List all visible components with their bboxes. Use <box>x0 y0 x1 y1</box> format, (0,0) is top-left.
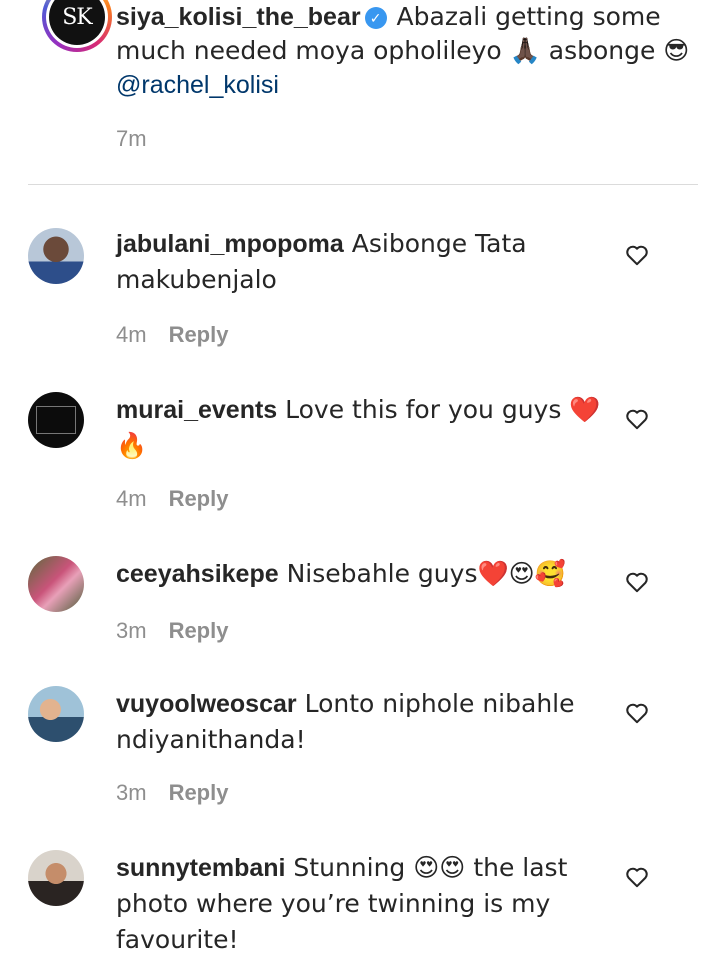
reply-button[interactable]: Reply <box>169 780 229 805</box>
divider <box>28 184 698 185</box>
comment-text: ceeyahsikepe Nisebahle guys❤️😍🥰 <box>116 556 616 592</box>
avatar[interactable] <box>28 850 84 906</box>
caption-mention[interactable]: @rachel_kolisi <box>116 71 279 99</box>
comment-text: sunnytembani Stunning 😍😍 the last photo … <box>116 850 616 958</box>
comment-timestamp: 4m <box>116 322 147 347</box>
comment-timestamp: 3m <box>116 618 147 643</box>
caption-text-block: siya_kolisi_the_bear ✓ Abazali getting so… <box>116 0 706 102</box>
reply-button[interactable]: Reply <box>169 322 229 347</box>
comment-username[interactable]: ceeyahsikepe <box>116 560 279 588</box>
avatar[interactable] <box>28 556 84 612</box>
sk-logo: SK <box>49 0 105 45</box>
reply-button[interactable]: Reply <box>169 618 229 643</box>
comment-username[interactable]: jabulani_mpopoma <box>116 230 344 258</box>
comment-timestamp: 3m <box>116 780 147 805</box>
heart-outline-icon[interactable] <box>624 569 650 595</box>
caption-username[interactable]: siya_kolisi_the_bear <box>116 3 361 31</box>
avatar[interactable] <box>28 228 84 284</box>
comment-meta: 3m Reply <box>116 780 228 806</box>
comment-text: murai_events Love this for you guys ❤️ 🔥 <box>116 392 616 464</box>
comment-username[interactable]: murai_events <box>116 396 277 424</box>
avatar[interactable] <box>28 686 84 742</box>
heart-outline-icon[interactable] <box>624 700 650 726</box>
comment-timestamp: 4m <box>116 486 147 511</box>
comment-text: jabulani_mpopoma Asibonge Tata makubenja… <box>116 226 616 298</box>
comment-meta: 3m Reply <box>116 618 228 644</box>
caption-avatar[interactable]: SK <box>42 0 112 52</box>
heart-outline-icon[interactable] <box>624 864 650 890</box>
comment-username[interactable]: sunnytembani <box>116 854 285 882</box>
caption-timestamp: 7m <box>116 126 147 151</box>
comment-body: Nisebahle guys❤️😍🥰 <box>278 559 566 588</box>
heart-outline-icon[interactable] <box>624 406 650 432</box>
comment-text: vuyoolweoscar Lonto niphole nibahle ndiy… <box>116 686 616 758</box>
comment-meta: 4m Reply <box>116 486 228 512</box>
heart-outline-icon[interactable] <box>624 242 650 268</box>
verified-badge-icon: ✓ <box>364 7 387 29</box>
comments-screen: SK siya_kolisi_the_bear ✓ Abazali getting… <box>0 0 720 960</box>
reply-button[interactable]: Reply <box>169 486 229 511</box>
avatar[interactable] <box>28 392 84 448</box>
comment-meta: 4m Reply <box>116 322 228 348</box>
comment-username[interactable]: vuyoolweoscar <box>116 690 297 718</box>
